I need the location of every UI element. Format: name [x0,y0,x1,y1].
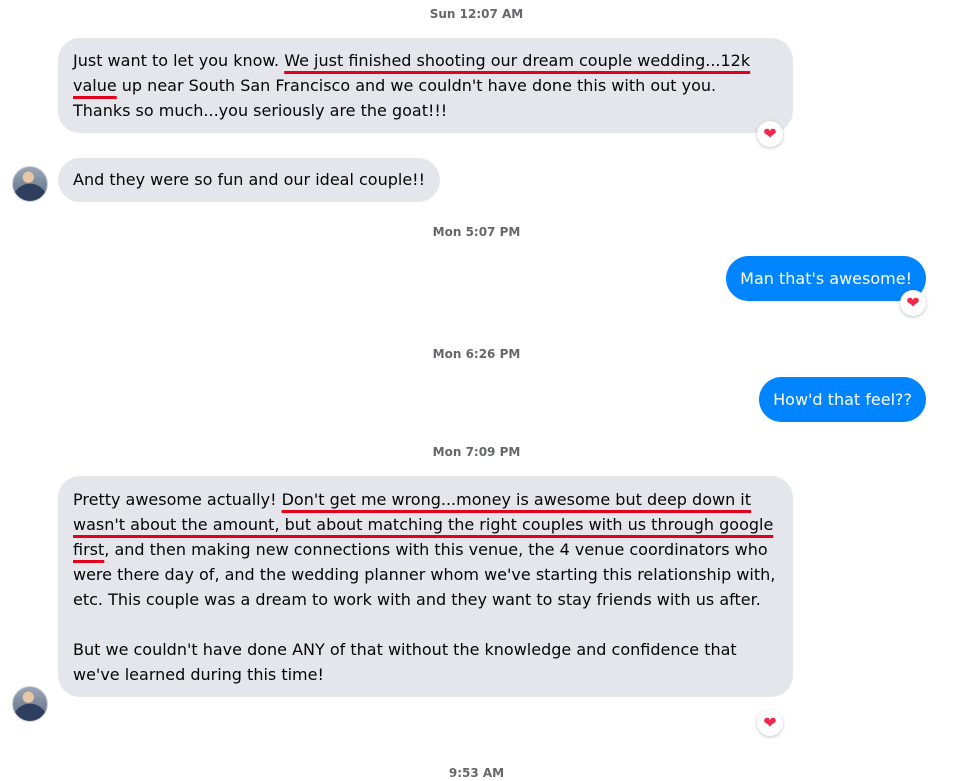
timestamp: Sun 12:07 AM [429,7,524,21]
message-paragraph: But we couldn't have done ANY of that wi… [73,640,737,684]
message-text: Man that's awesome! [740,269,912,288]
incoming-message-bubble[interactable]: Pretty awesome actually! Don't get me wr… [58,476,793,697]
message-text: Pretty awesome actually! [73,490,282,509]
message-text: up near South San Francisco and we could… [73,76,717,120]
outgoing-message-bubble[interactable]: How'd that feel?? [759,377,926,422]
outgoing-message-bubble[interactable]: Man that's awesome! [726,256,926,301]
avatar[interactable] [12,166,48,202]
message-text: , and then making new connections with t… [73,540,776,609]
message-paragraph: Pretty awesome actually! Don't get me wr… [73,487,778,612]
heart-reaction-icon[interactable]: ❤ [757,121,783,147]
heart-reaction-icon[interactable]: ❤ [757,710,783,736]
incoming-message-bubble[interactable]: And they were so fun and our ideal coupl… [58,158,440,202]
message-text: And they were so fun and our ideal coupl… [73,170,425,189]
timestamp: Mon 7:09 PM [432,445,521,459]
timestamp: Mon 5:07 PM [432,225,521,239]
message-text: Just want to let you know. [73,51,285,70]
message-text: How'd that feel?? [773,390,912,409]
heart-reaction-icon[interactable]: ❤ [900,290,926,316]
timestamp: Mon 6:26 PM [432,347,521,361]
incoming-message-bubble[interactable]: Just want to let you know. We just finis… [58,38,793,133]
timestamp: 9:53 AM [448,766,505,780]
avatar[interactable] [12,686,48,722]
